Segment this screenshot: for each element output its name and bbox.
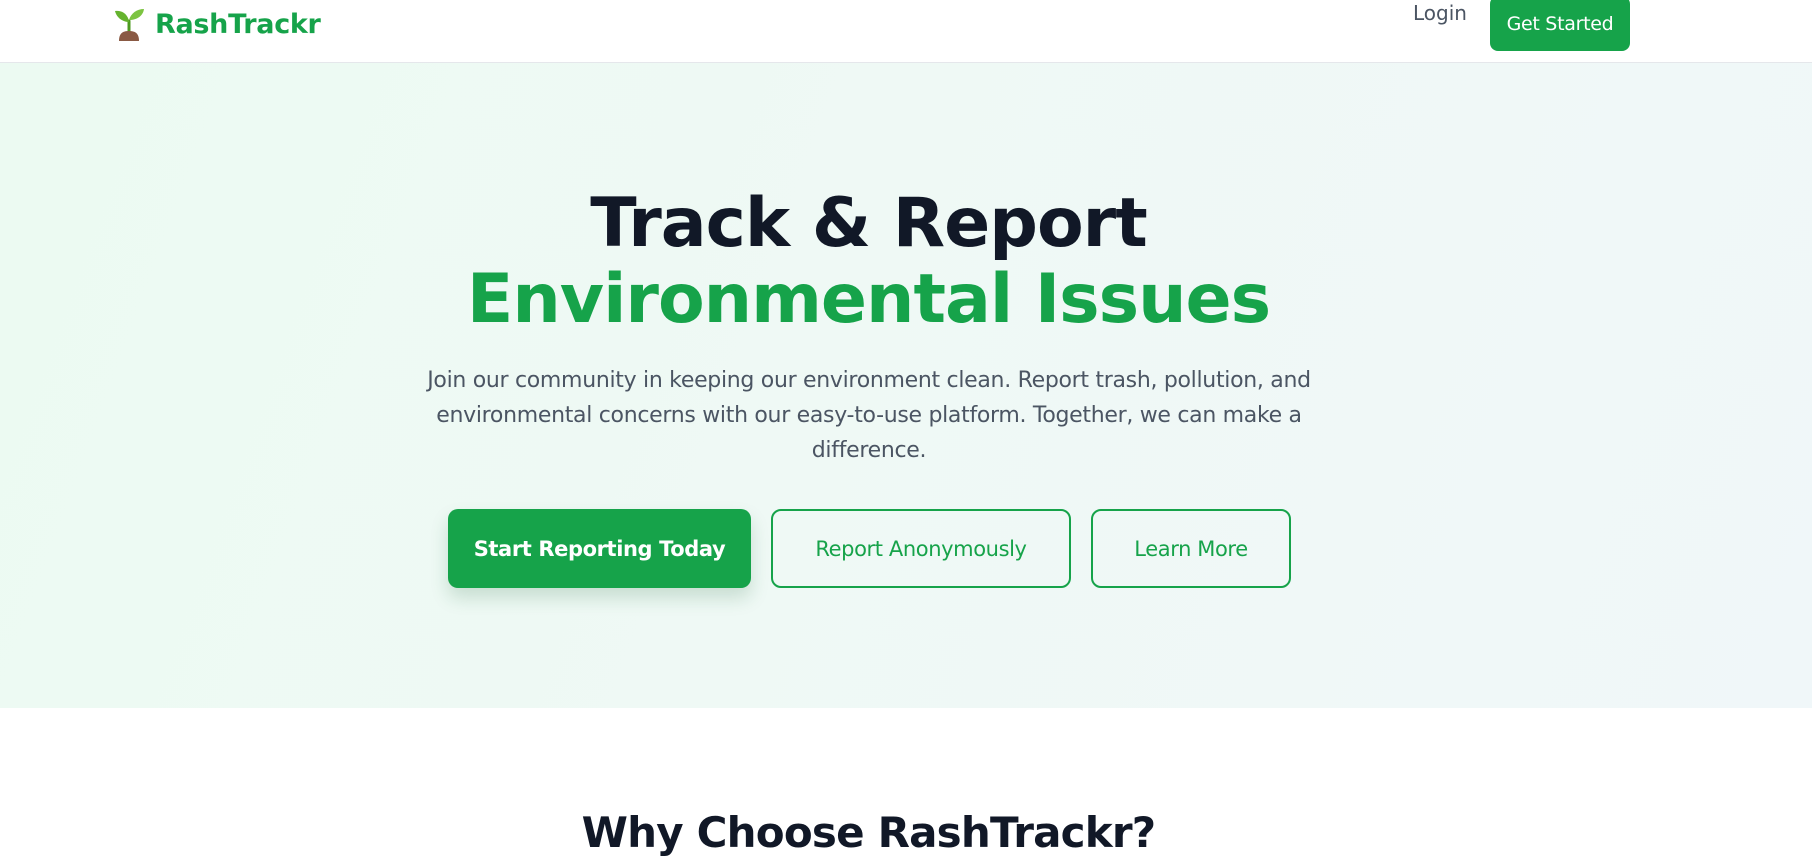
report-anonymously-button[interactable]: Report Anonymously xyxy=(771,509,1071,588)
brand-name: RashTrackr xyxy=(155,8,321,40)
hero-section: Track & Report Environmental Issues Join… xyxy=(0,63,1812,708)
brand-logo-link[interactable]: RashTrackr xyxy=(113,6,321,42)
hero-subtitle: Join our community in keeping our enviro… xyxy=(427,368,1311,463)
hero-title-line-2: Environmental Issues xyxy=(466,260,1271,339)
login-link[interactable]: Login xyxy=(1413,0,1467,26)
start-reporting-button[interactable]: Start Reporting Today xyxy=(448,509,751,588)
get-started-button[interactable]: Get Started xyxy=(1490,0,1630,51)
seedling-icon xyxy=(115,9,144,41)
learn-more-button[interactable]: Learn More xyxy=(1091,509,1291,588)
hero-title-line-1: Track & Report xyxy=(590,184,1147,263)
hero-title: Track & Report Environmental Issues xyxy=(0,186,1737,338)
top-navbar: RashTrackr Login Get Started xyxy=(0,0,1812,63)
features-heading: Why Choose RashTrackr? xyxy=(581,808,1157,857)
